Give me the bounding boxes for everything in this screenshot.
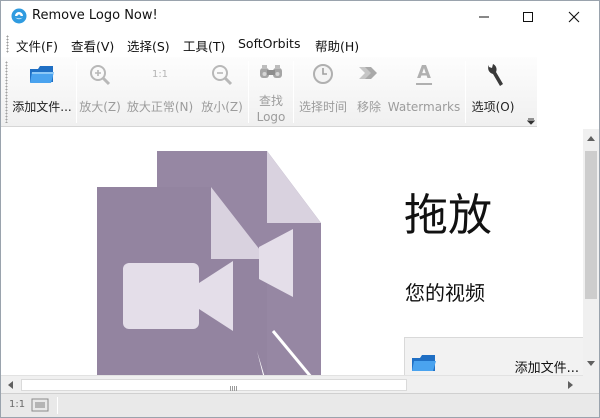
menu-softorbits[interactable]: SoftOrbits [238, 36, 300, 51]
drop-title: 拖放 [404, 190, 492, 241]
zoom-out-icon [212, 65, 233, 86]
menu-select[interactable]: 选择(S) [127, 36, 170, 55]
add-file-button[interactable]: 添加文件... [9, 57, 75, 125]
zoom-out-button[interactable]: 放小(Z) [197, 57, 247, 125]
add-file-label: 添加文件... [12, 100, 72, 114]
maximize-icon [523, 12, 533, 22]
scroll-grip [230, 386, 238, 391]
menu-help[interactable]: 帮助(H) [315, 36, 359, 55]
wrench-icon [488, 64, 503, 86]
minimize-icon [479, 16, 489, 18]
add-file-panel-label: 添加文件... [514, 361, 579, 375]
find-logo-button[interactable]: 查找 Logo [250, 57, 292, 125]
find-logo-label-line1: 查找 [258, 94, 283, 108]
add-file-panel-button[interactable]: 添加文件... [404, 337, 583, 375]
drop-subtitle: 您的视频 [405, 281, 485, 305]
actual-size-icon: 1:1 [151, 69, 169, 80]
scroll-down-icon[interactable] [587, 361, 595, 367]
options-button[interactable]: 选项(O) [467, 57, 519, 125]
toolbar-overflow-icon[interactable] [527, 117, 535, 125]
binoculars-icon [260, 65, 282, 78]
zoom-out-label: 放小(Z) [201, 100, 243, 114]
zoom-in-icon [90, 65, 111, 86]
horizontal-scrollbar[interactable] [1, 375, 583, 393]
vertical-scroll-thumb[interactable] [585, 151, 597, 299]
toolbar-separator [465, 61, 466, 123]
remove-arrow-icon [359, 67, 377, 79]
horizontal-scroll-thumb[interactable] [21, 379, 407, 391]
scroll-right-icon[interactable] [568, 381, 574, 389]
menu-grip[interactable] [6, 35, 9, 53]
zoom-in-label: 放大(Z) [79, 100, 121, 114]
menu-file[interactable]: 文件(F) [16, 36, 58, 55]
menu-tools[interactable]: 工具(T) [183, 36, 225, 55]
toolbar-grip[interactable] [5, 61, 8, 123]
fit-to-window-icon[interactable] [31, 398, 49, 412]
zoom-actual-label: 放大正常(N) [126, 100, 194, 114]
remove-label: 移除 [356, 100, 381, 114]
watermarks-button[interactable]: A Watermarks [385, 57, 463, 125]
toolbar-separator [248, 61, 249, 123]
app-logo-icon [11, 8, 27, 24]
video-files-illustration-icon [97, 151, 321, 375]
scroll-up-icon[interactable] [587, 135, 595, 141]
select-time-button[interactable]: 选择时间 [295, 57, 351, 125]
open-folder-icon [30, 66, 54, 83]
select-time-label: 选择时间 [298, 100, 347, 114]
status-zoom-label[interactable]: 1:1 [9, 399, 25, 410]
app-window: Remove Logo Now! 文件(F) 查看(V) 选择(S) 工具(T)… [0, 0, 600, 418]
status-separator [57, 397, 58, 414]
zoom-in-button[interactable]: 放大(Z) [78, 57, 122, 125]
zoom-actual-button[interactable]: 1:1 放大正常(N) [124, 57, 196, 125]
watermark-icon: A [416, 62, 432, 85]
vertical-scrollbar[interactable] [583, 129, 599, 375]
folder-icon [412, 355, 436, 371]
minimize-button[interactable] [461, 1, 507, 31]
close-button[interactable] [551, 1, 597, 31]
toolbar: 添加文件... 放大(Z) 1:1 放大正常(N) 放小(Z) 查找 Logo … [1, 57, 537, 127]
menu-bar: 文件(F) 查看(V) 选择(S) 工具(T) SoftOrbits 帮助(H) [1, 33, 599, 55]
remove-button[interactable]: 移除 [353, 57, 385, 125]
scrollbar-corner [583, 375, 599, 393]
close-icon [568, 11, 580, 23]
toolbar-separator [76, 61, 77, 123]
drop-zone[interactable]: 拖放 您的视频 添加文件... [1, 129, 583, 375]
toolbar-separator [293, 61, 294, 123]
title-bar[interactable]: Remove Logo Now! [1, 1, 599, 31]
options-label: 选项(O) [471, 100, 515, 114]
watermarks-label: Watermarks [387, 100, 461, 114]
find-logo-label-line2: Logo [256, 110, 286, 124]
maximize-button[interactable] [505, 1, 551, 31]
window-title: Remove Logo Now! [32, 8, 158, 23]
clock-icon [313, 64, 333, 84]
menu-view[interactable]: 查看(V) [71, 36, 114, 55]
scroll-left-icon[interactable] [7, 381, 13, 389]
status-bar: 1:1 [1, 393, 599, 417]
